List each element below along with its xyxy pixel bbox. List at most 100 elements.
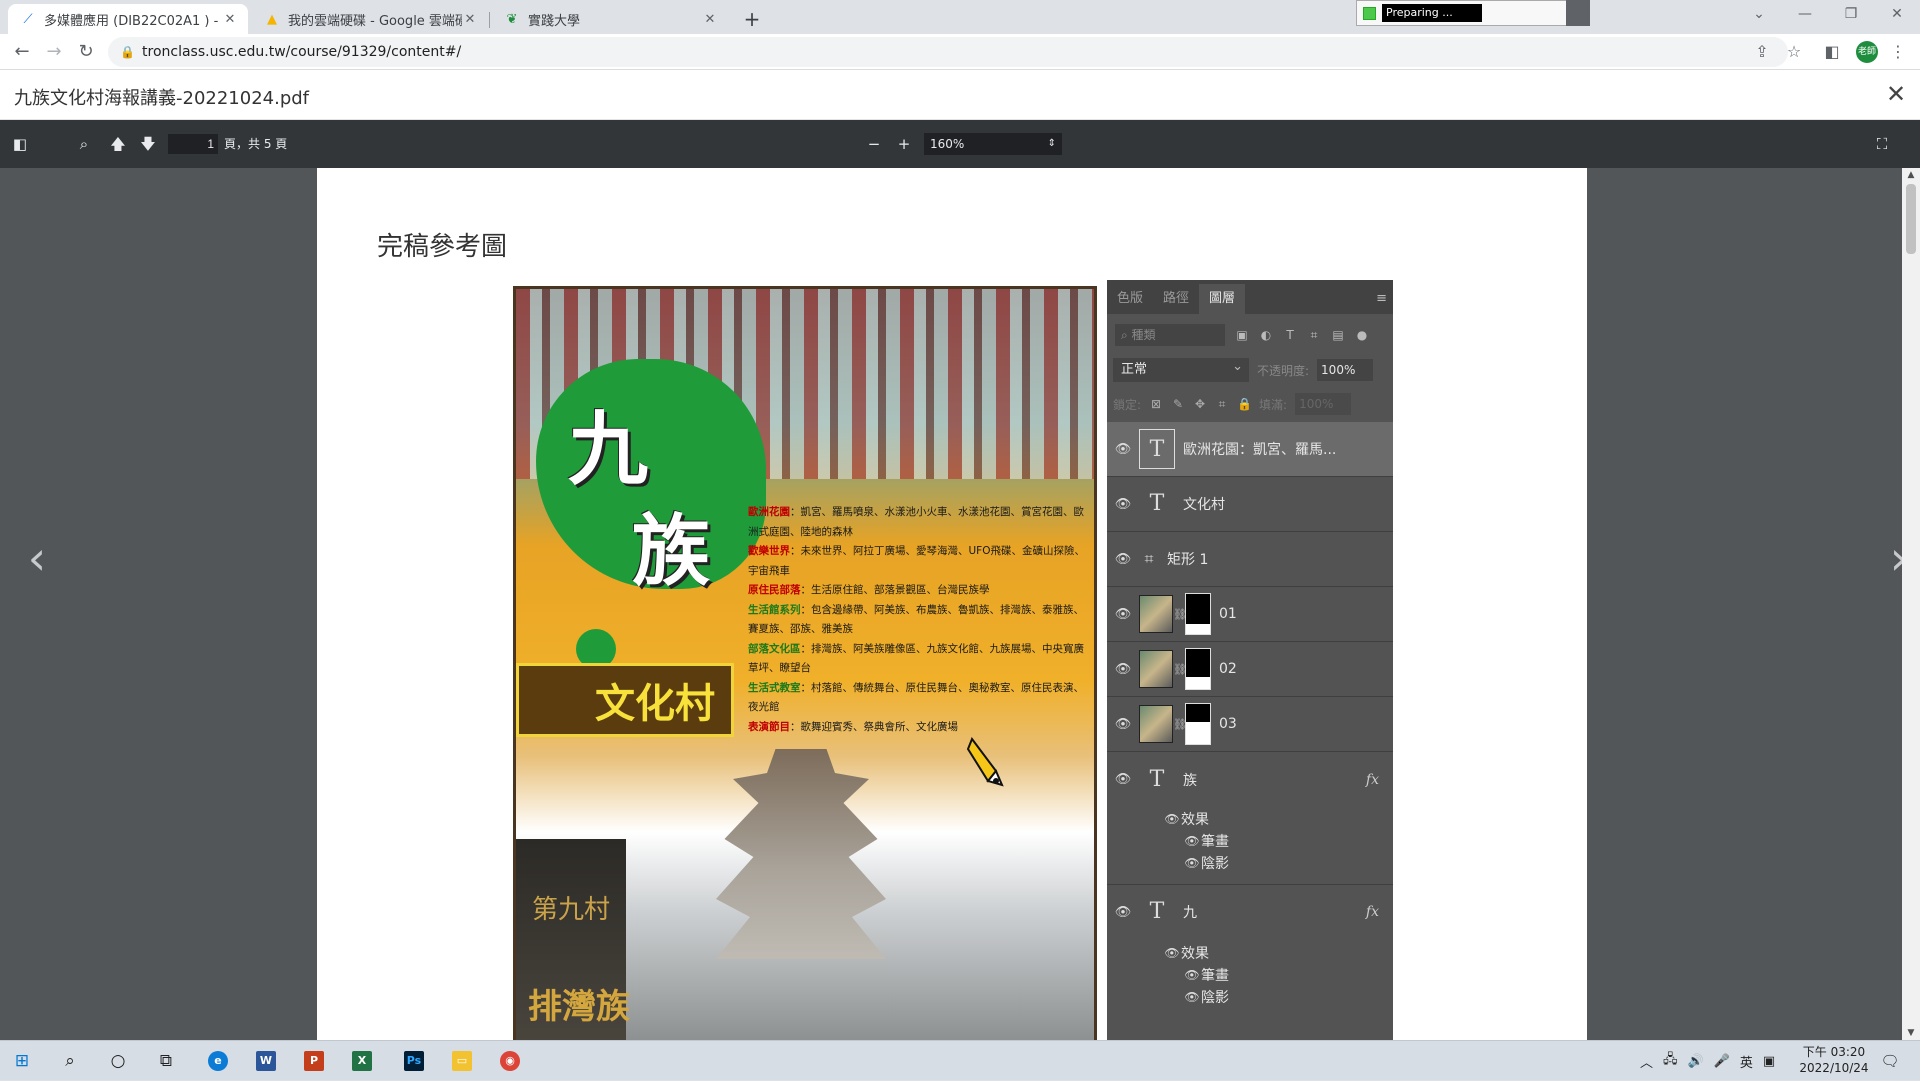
close-window-button[interactable]: ✕: [1874, 0, 1920, 30]
layer-mask-thumbnail[interactable]: [1185, 648, 1211, 690]
close-tab-icon[interactable]: ✕: [702, 12, 718, 27]
fullscreen-icon[interactable]: ⛶: [1870, 132, 1894, 156]
network-icon[interactable]: 🖧: [1663, 1050, 1678, 1072]
side-panel-icon[interactable]: ◧: [1820, 40, 1844, 64]
visibility-eye-icon[interactable]: 👁: [1183, 856, 1201, 870]
ps-tab-paths[interactable]: 路徑: [1153, 284, 1199, 314]
task-view-icon[interactable]: ⧉: [148, 1045, 184, 1077]
close-tab-icon[interactable]: ✕: [462, 12, 478, 27]
visibility-eye-icon[interactable]: 👁: [1107, 662, 1139, 677]
effects-group[interactable]: 👁 效果: [1107, 808, 1393, 830]
sidebar-toggle-icon[interactable]: ◧: [8, 132, 32, 156]
close-document-button[interactable]: ✕: [1882, 80, 1910, 108]
lock-pixels-icon[interactable]: ✎: [1171, 397, 1185, 411]
excel-icon[interactable]: X: [344, 1045, 380, 1077]
layer-text-village[interactable]: 👁 T 文化村: [1107, 477, 1393, 532]
zoom-select[interactable]: 160% ⇕: [924, 133, 1062, 155]
notification-icon[interactable]: 🗨: [1878, 1049, 1902, 1073]
file-explorer-icon[interactable]: ▭: [444, 1045, 480, 1077]
fill-input[interactable]: 100%: [1295, 393, 1352, 415]
previous-page-icon[interactable]: 🡅: [106, 132, 130, 156]
layer-text-european-garden[interactable]: 👁 T 歐洲花園：凱宮、羅馬...: [1107, 422, 1393, 477]
restore-button[interactable]: ❐: [1828, 0, 1874, 30]
vertical-scrollbar[interactable]: ▲ ▼: [1902, 168, 1920, 1040]
effect-shadow[interactable]: 👁 陰影: [1107, 986, 1393, 1008]
ime-indicator[interactable]: 英: [1740, 1052, 1753, 1071]
ps-filter-kind[interactable]: ⌕ 種類: [1115, 324, 1225, 346]
lock-all-icon[interactable]: 🔒: [1237, 397, 1252, 411]
tray-expand-icon[interactable]: ︿: [1640, 1052, 1653, 1071]
cortana-icon[interactable]: ○: [100, 1045, 136, 1077]
tab-course[interactable]: ⟋ 多媒體應用 (DIB22C02A1 ) - 實 ✕: [8, 4, 248, 34]
minimize-button[interactable]: —: [1782, 0, 1828, 30]
link-chain-icon[interactable]: ⛓: [1173, 718, 1187, 731]
chrome-icon[interactable]: ◉: [492, 1045, 528, 1077]
visibility-eye-icon[interactable]: 👁: [1183, 968, 1201, 982]
lock-artboard-icon[interactable]: ⌗: [1215, 397, 1229, 412]
layer-text-zu[interactable]: 👁 T 族 fx: [1107, 752, 1393, 807]
opacity-input[interactable]: 100%: [1317, 359, 1374, 381]
visibility-eye-icon[interactable]: 👁: [1107, 497, 1139, 512]
link-chain-icon[interactable]: ⛓: [1173, 608, 1187, 621]
blend-mode-select[interactable]: 正常: [1113, 355, 1249, 382]
taskbar-clock[interactable]: 下午 03:20 2022/10/24: [1794, 1044, 1874, 1076]
forward-arrow-icon[interactable]: →: [40, 38, 68, 66]
shape-filter-icon[interactable]: ⌗: [1307, 328, 1321, 342]
effect-stroke[interactable]: 👁 筆畫: [1107, 830, 1393, 852]
next-page-icon[interactable]: 🡇: [136, 132, 160, 156]
tab-search-icon[interactable]: ⌄: [1736, 0, 1782, 30]
visibility-eye-icon[interactable]: 👁: [1183, 990, 1201, 1004]
ps-tab-layers[interactable]: 圖層: [1199, 284, 1246, 314]
profile-avatar[interactable]: 老師: [1856, 41, 1878, 63]
layer-rectangle[interactable]: 👁 ⌗ 矩形 1: [1107, 532, 1393, 587]
lock-position-icon[interactable]: ✥: [1193, 397, 1207, 411]
zoom-in-icon[interactable]: +: [892, 132, 916, 156]
pixel-filter-icon[interactable]: ▣: [1235, 328, 1249, 342]
layer-image-01[interactable]: 👁 ⛓ 01: [1107, 587, 1393, 642]
layer-image-03[interactable]: 👁 ⛓ 03: [1107, 697, 1393, 752]
ime-mode-icon[interactable]: ▣: [1763, 1054, 1775, 1069]
layer-text-jiu[interactable]: 👁 T 九 fx: [1107, 884, 1393, 939]
filter-toggle-icon[interactable]: ●: [1355, 328, 1369, 342]
address-bar[interactable]: 🔒 tronclass.usc.edu.tw/course/91329/cont…: [108, 37, 1788, 67]
visibility-eye-icon[interactable]: 👁: [1107, 905, 1139, 920]
visibility-eye-icon[interactable]: 👁: [1107, 772, 1139, 787]
share-icon[interactable]: ⇪: [1750, 40, 1774, 64]
windows-start-icon[interactable]: ⊞: [4, 1045, 40, 1077]
scroll-up-icon[interactable]: ▲: [1902, 170, 1920, 180]
search-icon[interactable]: ⌕: [52, 1045, 88, 1077]
tab-google-drive[interactable]: ▲ 我的雲端硬碟 - Google 雲端硬碟 ✕: [252, 4, 488, 34]
adjustment-filter-icon[interactable]: ◐: [1259, 328, 1273, 342]
layer-image-02[interactable]: 👁 ⛓ 02: [1107, 642, 1393, 697]
zoom-out-icon[interactable]: −: [862, 132, 886, 156]
link-chain-icon[interactable]: ⛓: [1173, 663, 1187, 676]
visibility-eye-icon[interactable]: 👁: [1107, 717, 1139, 732]
page-number-input[interactable]: [168, 134, 218, 154]
ps-tab-channels[interactable]: 色版: [1107, 284, 1153, 314]
word-icon[interactable]: W: [248, 1045, 284, 1077]
layer-mask-thumbnail[interactable]: [1185, 593, 1211, 635]
smart-object-filter-icon[interactable]: ▤: [1331, 328, 1345, 342]
layer-effects-fx-icon[interactable]: fx: [1366, 772, 1379, 788]
visibility-eye-icon[interactable]: 👁: [1183, 834, 1201, 848]
back-arrow-icon[interactable]: ←: [8, 38, 36, 66]
type-filter-icon[interactable]: T: [1283, 328, 1297, 342]
search-icon[interactable]: ⌕: [72, 132, 96, 156]
layer-mask-thumbnail[interactable]: [1185, 703, 1211, 745]
bookmark-star-icon[interactable]: ☆: [1782, 40, 1806, 64]
scrollbar-thumb[interactable]: [1906, 184, 1916, 254]
visibility-eye-icon[interactable]: 👁: [1163, 812, 1181, 826]
visibility-eye-icon[interactable]: 👁: [1107, 607, 1139, 622]
previous-arrow-icon[interactable]: ‹: [22, 528, 52, 588]
pdf-viewer[interactable]: ‹ › 完稿參考圖 九 族 文化村 歐洲花園：凱宮、羅馬噴泉、水漾池小火車、水漾…: [0, 168, 1920, 1040]
effect-shadow[interactable]: 👁 陰影: [1107, 852, 1393, 874]
effect-stroke[interactable]: 👁 筆畫: [1107, 964, 1393, 986]
edge-icon[interactable]: e: [200, 1045, 236, 1077]
lock-transparency-icon[interactable]: ⊠: [1149, 397, 1163, 411]
microphone-icon[interactable]: 🎤: [1714, 1054, 1730, 1069]
visibility-eye-icon[interactable]: 👁: [1107, 442, 1139, 457]
visibility-eye-icon[interactable]: 👁: [1163, 946, 1181, 960]
powerpoint-icon[interactable]: P: [296, 1045, 332, 1077]
effects-group[interactable]: 👁 效果: [1107, 942, 1393, 964]
panel-menu-icon[interactable]: ≡: [1376, 284, 1393, 314]
